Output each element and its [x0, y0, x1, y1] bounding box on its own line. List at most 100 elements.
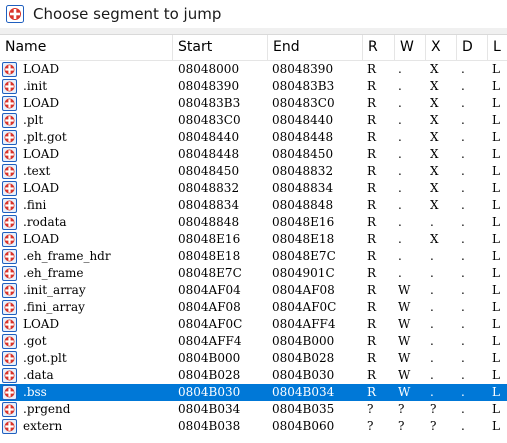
cell-l: L [492, 283, 500, 297]
segment-icon [2, 317, 17, 332]
cell-name: .rodata [23, 215, 67, 229]
cell-end: 08048440 [272, 113, 334, 127]
cell-end: 080483C0 [272, 96, 335, 110]
column-header-w[interactable]: W [395, 35, 426, 60]
cell-r: R [367, 232, 377, 246]
cell-d: . [461, 334, 465, 348]
segment-icon [2, 130, 17, 145]
cell-l: L [492, 96, 500, 110]
table-row[interactable]: .got.plt 0804B000 0804B028 R W.. L [0, 350, 507, 367]
table-row[interactable]: .eh_frame 08048E7C 0804901C R... L [0, 265, 507, 282]
table-row[interactable]: .fini_array 0804AF08 0804AF0C R W.. L [0, 299, 507, 316]
cell-name: .got.plt [23, 351, 67, 365]
segment-icon [2, 164, 17, 179]
cell-r: R [367, 147, 377, 161]
segment-icon [2, 249, 17, 264]
cell-start: 08048832 [178, 181, 240, 195]
table-row[interactable]: .rodata 08048848 08048E16 R... L [0, 214, 507, 231]
cell-end: 0804B060 [272, 419, 335, 433]
cell-d: . [461, 300, 465, 314]
cell-d: . [461, 147, 465, 161]
table-row[interactable]: .fini 08048834 08048848 R. X. L [0, 197, 507, 214]
cell-start: 08048450 [178, 164, 240, 178]
table-row[interactable]: .plt 080483C0 08048440 R. X. L [0, 112, 507, 129]
cell-end: 08048E7C [272, 249, 336, 263]
cell-d: . [461, 283, 465, 297]
cell-name: .init_array [23, 283, 86, 297]
cell-end: 0804AF08 [272, 283, 335, 297]
segment-icon [2, 266, 17, 281]
table-row[interactable]: .init 08048390 080483B3 R. X. L [0, 78, 507, 95]
cell-name: LOAD [23, 147, 60, 161]
column-header-start[interactable]: Start [173, 35, 268, 60]
table-body: LOAD 08048000 08048390 R. X. L .init 08048390 08… [0, 61, 507, 435]
column-header-d[interactable]: D [457, 35, 488, 60]
cell-start: 08048E16 [178, 232, 241, 246]
cell-name: .bss [23, 385, 47, 399]
cell-d: . [461, 130, 465, 144]
table-row[interactable]: LOAD 08048448 08048450 R. X. L [0, 146, 507, 163]
cell-name: extern [23, 419, 63, 433]
column-header-x[interactable]: X [426, 35, 457, 60]
table-row[interactable]: extern 0804B038 0804B060???. L [0, 418, 507, 435]
cell-l: L [492, 232, 500, 246]
cell-d: . [461, 79, 465, 93]
cell-r: R [367, 283, 377, 297]
cell-r: R [367, 385, 377, 399]
cell-x: X [430, 181, 439, 195]
table-row[interactable]: LOAD 080483B3 080483C0 R. X. L [0, 95, 507, 112]
cell-name: .init [23, 79, 48, 93]
table-row[interactable]: .got 0804AFF4 0804B000 R W.. L [0, 333, 507, 350]
cell-w: W [398, 368, 411, 382]
cell-r: R [367, 351, 377, 365]
cell-start: 0804AFF4 [178, 334, 242, 348]
cell-l: L [492, 317, 500, 331]
table-row[interactable]: .eh_frame_hdr 08048E18 08048E7C R... L [0, 248, 507, 265]
cell-x: . [430, 368, 434, 382]
cell-x: . [430, 266, 434, 280]
cell-w: . [398, 79, 402, 93]
cell-w: . [398, 215, 402, 229]
cell-l: L [492, 300, 500, 314]
column-header-name[interactable]: Name [0, 35, 173, 60]
cell-l: L [492, 368, 500, 382]
cell-l: L [492, 419, 500, 433]
cell-d: . [461, 317, 465, 331]
cell-x: . [430, 334, 434, 348]
table-row[interactable]: LOAD 08048000 08048390 R. X. L [0, 61, 507, 78]
segment-icon [2, 198, 17, 213]
table-row[interactable]: .prgend 0804B034 0804B035???. L [0, 401, 507, 418]
cell-d: . [461, 232, 465, 246]
column-header-l[interactable]: L [488, 35, 507, 60]
table-row[interactable]: LOAD 08048E16 08048E18 R. X. L [0, 231, 507, 248]
cell-l: L [492, 215, 500, 229]
cell-r: R [367, 300, 377, 314]
cell-d: . [461, 249, 465, 263]
column-header-end[interactable]: End [268, 35, 363, 60]
cell-d: . [461, 215, 465, 229]
cell-r: R [367, 334, 377, 348]
cell-r: R [367, 164, 377, 178]
cell-w: . [398, 198, 402, 212]
cell-name: LOAD [23, 317, 60, 331]
table-row[interactable]: .init_array 0804AF04 0804AF08 R W.. L [0, 282, 507, 299]
table-row[interactable]: .data 0804B028 0804B030 R W.. L [0, 367, 507, 384]
cell-r: R [367, 266, 377, 280]
segment-icon [2, 334, 17, 349]
table-row[interactable]: .plt.got 08048440 08048448 R. X. L [0, 129, 507, 146]
table-row[interactable]: .bss 0804B030 0804B034 R W.. L [0, 384, 507, 401]
cell-r: R [367, 113, 377, 127]
cell-x: X [430, 198, 439, 212]
table-row[interactable]: .text 08048450 08048832 R. X. L [0, 163, 507, 180]
table-row[interactable]: LOAD 08048832 08048834 R. X. L [0, 180, 507, 197]
cell-r: ? [367, 419, 374, 433]
segment-icon [2, 300, 17, 315]
cell-w: W [398, 317, 411, 331]
table-row[interactable]: LOAD 0804AF0C 0804AFF4 R W.. L [0, 316, 507, 333]
column-header-r[interactable]: R [363, 35, 395, 60]
cell-x: X [430, 113, 439, 127]
cell-name: .got [23, 334, 47, 348]
segment-icon [2, 351, 17, 366]
cell-x: X [430, 164, 439, 178]
cell-name: .prgend [23, 402, 71, 416]
